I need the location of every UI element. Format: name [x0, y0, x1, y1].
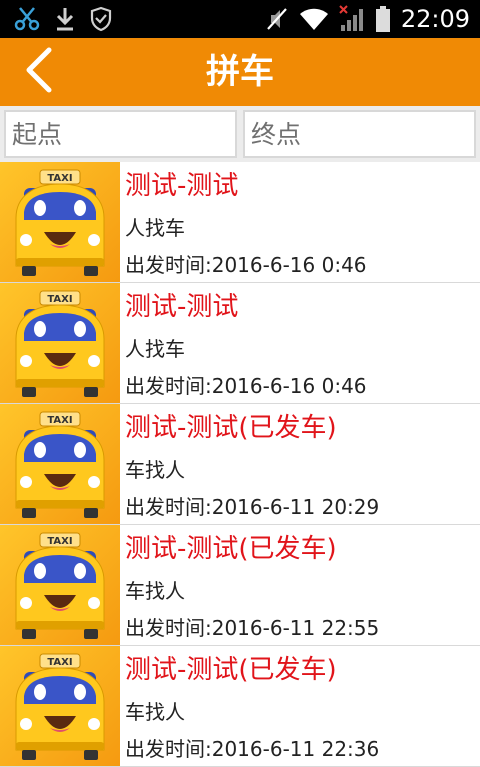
ride-list-item[interactable]: TAXI 测试-测试(已发车) 车找人 出发时间:2016-6-11 20:29 — [0, 404, 480, 525]
signal-icon — [339, 5, 365, 33]
ride-departure-time: 出发时间:2016-6-11 22:55 — [125, 616, 380, 640]
ride-list: TAXI 测试-测试 人找车 出发时间:2016-6-16 0:46 TAXI … — [0, 162, 480, 767]
ride-type: 车找人 — [125, 700, 185, 724]
ride-departure-time: 出发时间:2016-6-11 20:29 — [125, 495, 380, 519]
ride-title: 测试-测试 — [125, 292, 239, 322]
ride-departure-time: 出发时间:2016-6-16 0:46 — [125, 253, 367, 277]
taxi-icon: TAXI — [0, 525, 120, 645]
chevron-left-icon — [23, 47, 53, 97]
end-point-input[interactable] — [243, 110, 476, 158]
back-button[interactable] — [14, 47, 62, 97]
taxi-icon: TAXI — [0, 404, 120, 524]
ride-list-item[interactable]: TAXI 测试-测试(已发车) 车找人 出发时间:2016-6-11 22:55 — [0, 525, 480, 646]
taxi-icon: TAXI — [0, 646, 120, 766]
svg-text:TAXI: TAXI — [47, 657, 72, 668]
taxi-icon: TAXI — [0, 283, 120, 403]
start-point-input[interactable] — [4, 110, 237, 158]
taxi-icon: TAXI — [0, 162, 120, 282]
ride-departure-time: 出发时间:2016-6-11 22:36 — [125, 737, 380, 761]
status-bar: 22:09 — [0, 0, 480, 38]
page-title: 拼车 — [206, 52, 274, 92]
ride-type: 车找人 — [125, 579, 185, 603]
ride-list-item[interactable]: TAXI 测试-测试 人找车 出发时间:2016-6-16 0:46 — [0, 162, 480, 283]
shield-icon — [90, 6, 112, 32]
ride-list-item[interactable]: TAXI 测试-测试 人找车 出发时间:2016-6-16 0:46 — [0, 283, 480, 404]
ride-type: 人找车 — [125, 216, 185, 240]
download-icon — [54, 6, 76, 32]
svg-text:TAXI: TAXI — [47, 415, 72, 426]
svg-text:TAXI: TAXI — [47, 536, 72, 547]
ride-title: 测试-测试(已发车) — [125, 413, 337, 443]
ride-list-item[interactable]: TAXI 测试-测试(已发车) 车找人 出发时间:2016-6-11 22:36 — [0, 646, 480, 767]
status-clock: 22:09 — [400, 5, 470, 33]
wifi-icon — [299, 6, 329, 32]
ride-departure-time: 出发时间:2016-6-16 0:46 — [125, 374, 367, 398]
svg-text:TAXI: TAXI — [47, 173, 72, 184]
mute-icon — [265, 6, 289, 32]
scissors-icon — [14, 6, 40, 32]
ride-type: 人找车 — [125, 337, 185, 361]
ride-title: 测试-测试 — [125, 171, 239, 201]
title-bar: 拼车 — [0, 38, 480, 106]
ride-type: 车找人 — [125, 458, 185, 482]
ride-title: 测试-测试(已发车) — [125, 655, 337, 685]
battery-icon — [375, 5, 391, 33]
svg-text:TAXI: TAXI — [47, 294, 72, 305]
ride-title: 测试-测试(已发车) — [125, 534, 337, 564]
search-row — [0, 106, 480, 162]
